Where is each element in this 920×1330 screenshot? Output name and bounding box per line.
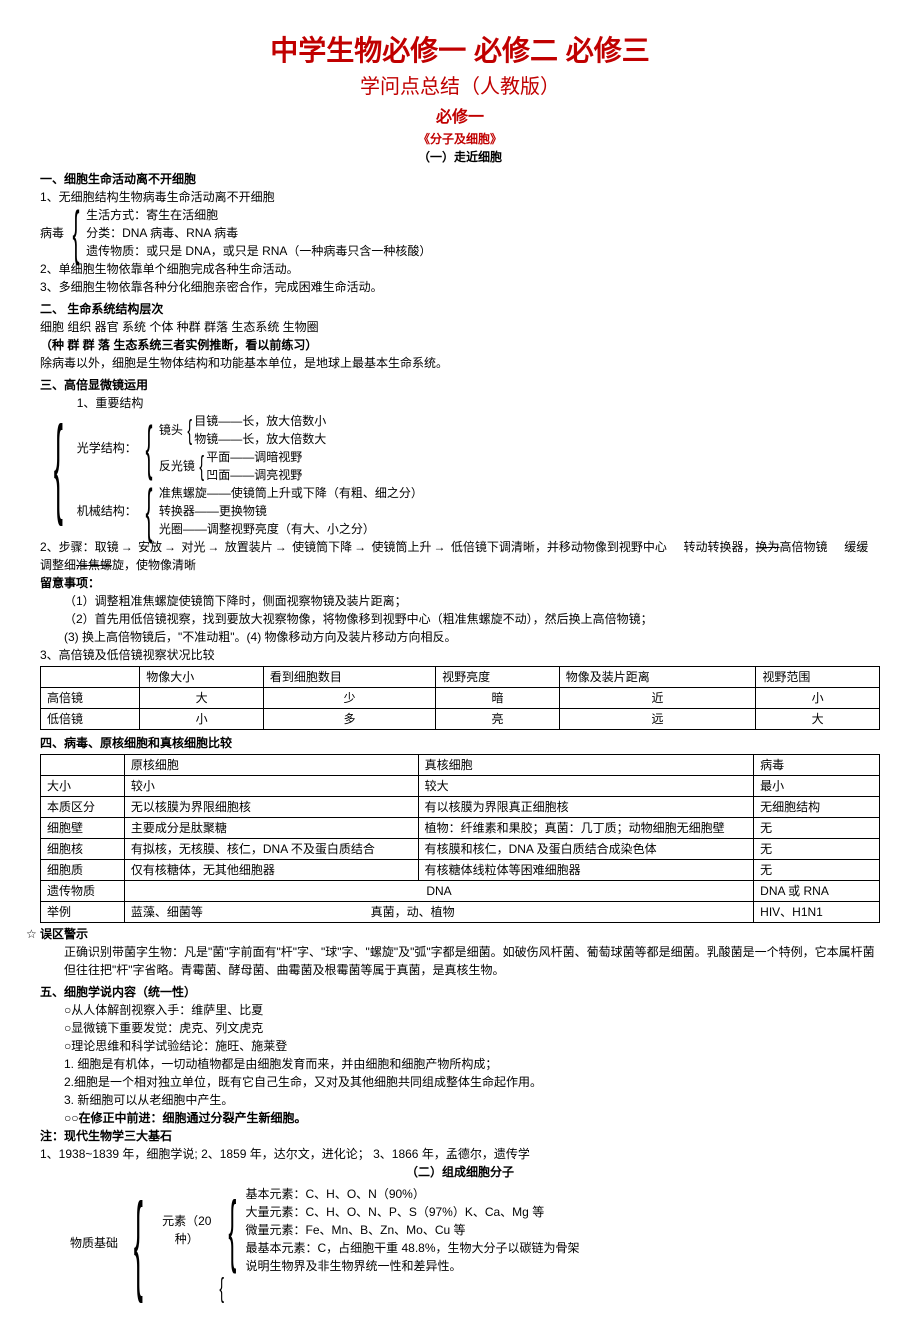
doc-title-part-2: （二）组成细胞分子 [40, 1163, 880, 1181]
text-line: 光圈——调整视野亮度（有大、小之分） [159, 520, 423, 538]
notes-heading: 留意事项： [40, 574, 880, 592]
text-line: 正确识别带菌字生物：凡是"菌"字前面有"杆"字、"球"字、"螺旋"及"弧"字都是… [40, 943, 880, 979]
text-line: 3、多细胞生物依靠各种分化细胞亲密合作，完成困难生命活动。 [40, 278, 880, 296]
text-line: 2.细胞是一个相对独立单位，既有它自己生命，又对及其他细胞共同组成整体生命起作用… [40, 1073, 880, 1091]
steps-line: 2、步骤：取镜→ 安放→ 对光→ 放置装片→ 使镜筒下降→ 使镜筒上升→ 低倍镜… [40, 538, 880, 574]
section-2-heading: 二、 生命系统结构层次 [40, 300, 880, 318]
text-line: (3) 换上高倍物镜后，"不准动粗"。(4) 物像移动方向及装片移动方向相反。 [40, 628, 880, 646]
text-line: 最基本元素：C，占细胞干重 48.8%，生物大分子以碳链为骨架 [245, 1239, 579, 1257]
brace-icon: { [145, 412, 152, 484]
text-line: 3、高倍镜及低倍镜视察状况比较 [40, 646, 880, 664]
text-line: 大量元素：C、H、O、N、P、S（97%）K、Ca、Mg 等 [245, 1203, 579, 1221]
brace-icon: { [134, 1185, 143, 1300]
star-icon: ☆ [26, 925, 37, 943]
text-line: 1、1938~1839 年，细胞学说; 2、1859 年，达尔文，进化论； 3、… [40, 1145, 880, 1163]
text-line: 准焦螺旋——使镜筒上升或下降（有粗、细之分） [159, 484, 423, 502]
material-label: 物质基础 [40, 1185, 120, 1300]
doc-title-sub: 学问点总结（人教版） [40, 72, 880, 102]
text-line: 细胞 组织 器官 系统 个体 种群 群落 生态系统 生物圈 [40, 318, 880, 336]
table-row: 细胞壁主要成分是肽聚糖植物：纤维素和果胶；真菌：几丁质；动物细胞无细胞壁无 [41, 818, 880, 839]
text-line: 1. 细胞是有机体，一切动植物都是由细胞发育而来，并由细胞和细胞产物所构成； [40, 1055, 880, 1073]
text-line: 遗传物质：或只是 DNA，或只是 RNA（一种病毒只含一种核酸） [86, 242, 431, 260]
brace-icon: { [73, 206, 80, 260]
table-row: 本质区分无以核膜为界限细胞核有以核膜为界限真正细胞核无细胞结构 [41, 797, 880, 818]
text-line: （1）调整粗准焦螺旋使镜筒下降时，侧面视察物镜及装片距离； [40, 592, 880, 610]
arrow-icon: → [273, 538, 289, 556]
element-label: 元素（20 种） [157, 1185, 219, 1275]
text-line: ○显微镜下重要发觉：虎克、列文虎克 [40, 1019, 880, 1037]
section-3-heading: 三、高倍显微镜运用 [40, 376, 880, 394]
arrow-icon: → [119, 538, 135, 556]
table-row: 原核细胞真核细胞病毒 [41, 755, 880, 776]
doc-title-book: 《分子及细胞》 [40, 130, 880, 148]
text-line: 目镜——长，放大倍数小 [194, 412, 326, 430]
table-row: 大小较小较大最小 [41, 776, 880, 797]
text-line: ○理论思维和科学试验结论：施旺、施莱登 [40, 1037, 880, 1055]
virus-label: 病毒 [40, 206, 66, 260]
mirror-label: 反光镜 [159, 448, 197, 484]
text-line: 1、重要结构 [77, 394, 880, 412]
text-line: 基本元素：C、H、O、N（90%） [245, 1185, 579, 1203]
mech-label: 机械结构： [77, 484, 139, 538]
comparison-table-1: 物像大小看到细胞数目视野亮度物像及装片距离视野范围 高倍镜大少暗近小 低倍镜小多… [40, 666, 880, 730]
brace-icon: { [199, 448, 204, 484]
arrow-icon: → [205, 538, 221, 556]
text-line: ○○在修正中前进：细胞通过分裂产生新细胞。 [40, 1109, 880, 1127]
brace-icon: { [54, 394, 63, 538]
table-row: 细胞质仅有核糖体，无其他细胞器有核糖体线粒体等困难细胞器无 [41, 860, 880, 881]
lens-label: 镜头 [159, 412, 185, 448]
section-1-heading: 一、细胞生命活动离不开细胞 [40, 170, 880, 188]
text-line: 凹面——调亮视野 [206, 466, 302, 484]
doc-title-section: 必修一 [40, 106, 880, 130]
text-line: 微量元素：Fe、Mn、B、Zn、Mo、Cu 等 [245, 1221, 579, 1239]
table-row: 低倍镜小多亮远大 [41, 709, 880, 730]
text-line: 物镜——长，放大倍数大 [194, 430, 326, 448]
text-line: （种 群 群 落 生态系统三者实例推断，看以前练习） [40, 336, 880, 354]
table-row: 举例蓝藻、细菌等真菌，动、植物HIV、H1N1 [41, 902, 880, 923]
warning-heading: 误区警示 [40, 927, 88, 941]
section-5-heading: 五、细胞学说内容（统一性） [40, 983, 880, 1001]
text-line: （2）首先用低倍镜视察，找到要放大视察物像，将物像移到视野中心（粗准焦螺旋不动）… [40, 610, 880, 628]
text-line: 1、无细胞结构生物病毒生命活动离不开细胞 [40, 188, 880, 206]
comparison-table-2: 原核细胞真核细胞病毒 大小较小较大最小 本质区分无以核膜为界限细胞核有以核膜为界… [40, 754, 880, 923]
text-line: 生活方式：寄生在活细胞 [86, 206, 431, 224]
doc-title-part: （一）走近细胞 [40, 148, 880, 166]
brace-icon: { [228, 1185, 236, 1275]
text-line: 说明生物界及非生物界统一性和差异性。 [245, 1257, 579, 1275]
text-line: ○从人体解剖视察入手：维萨里、比夏 [40, 1001, 880, 1019]
doc-title-main: 中学生物必修一 必修二 必修三 [40, 30, 880, 72]
brace-icon: { [219, 1275, 224, 1300]
brace-icon: { [145, 484, 152, 538]
text-line: 分类：DNA 病毒、RNA 病毒 [86, 224, 431, 242]
text-line: 转换器——更换物镜 [159, 502, 423, 520]
arrow-icon: → [352, 538, 368, 556]
brace-icon: { [187, 412, 192, 448]
arrow-icon: → [431, 538, 447, 556]
text-line: 3. 新细胞可以从老细胞中产生。 [40, 1091, 880, 1109]
optical-label: 光学结构： [77, 412, 139, 484]
table-row: 遗传物质DNADNA 或 RNA [41, 881, 880, 902]
text-line: 2、单细胞生物依靠单个细胞完成各种生命活动。 [40, 260, 880, 278]
text-line: 除病毒以外，细胞是生物体结构和功能基本单位，是地球上最基本生命系统。 [40, 354, 880, 372]
table-row: 细胞核有拟核，无核膜、核仁，DNA 不及蛋白质结合有核膜和核仁，DNA 及蛋白质… [41, 839, 880, 860]
note-heading: 注：现代生物学三大基石 [40, 1127, 880, 1145]
arrow-icon: → [162, 538, 178, 556]
table-row: 物像大小看到细胞数目视野亮度物像及装片距离视野范围 [41, 667, 880, 688]
text-line: 平面——调暗视野 [206, 448, 302, 466]
section-4-heading: 四、病毒、原核细胞和真核细胞比较 [40, 734, 880, 752]
table-row: 高倍镜大少暗近小 [41, 688, 880, 709]
